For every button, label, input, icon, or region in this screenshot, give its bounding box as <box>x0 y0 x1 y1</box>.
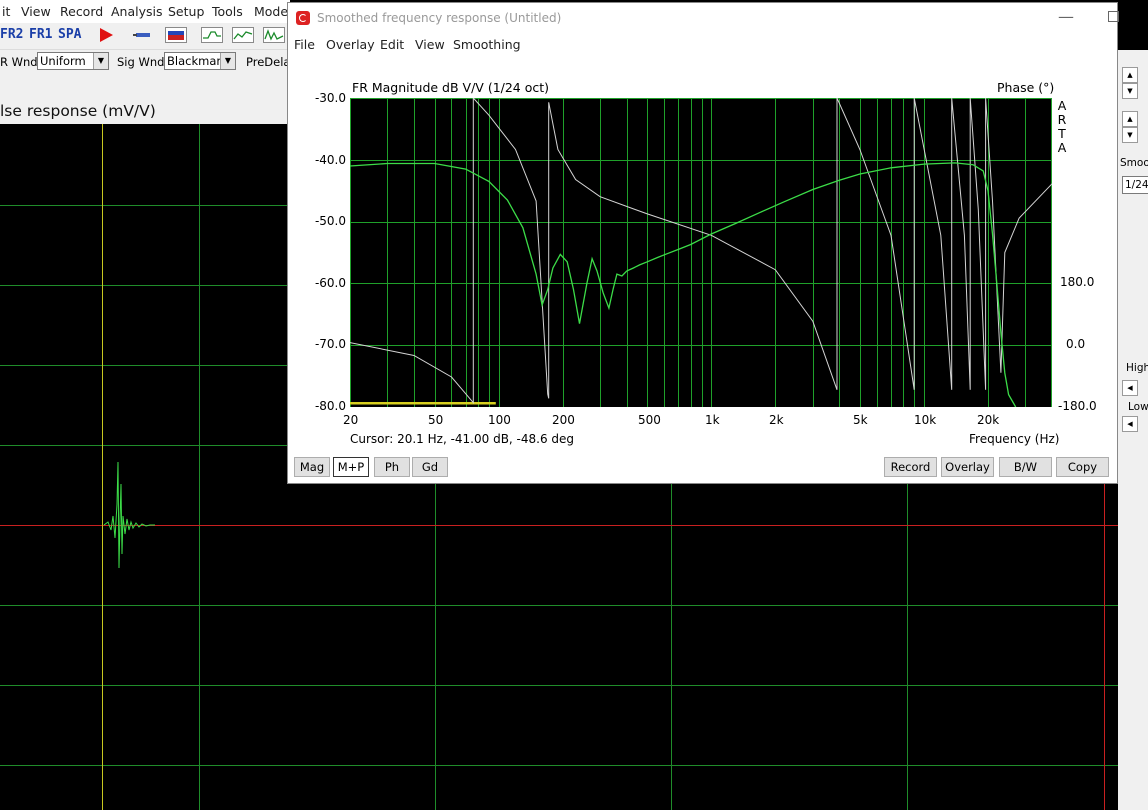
plot-background <box>350 98 1052 407</box>
y-tick-label: -80.0 <box>314 399 346 413</box>
play-icon[interactable] <box>100 28 113 42</box>
y2-tick-label: 180.0 <box>1060 275 1095 289</box>
fr2-button[interactable]: FR2 <box>0 25 23 45</box>
copy-button[interactable]: Copy <box>1056 457 1109 477</box>
x-tick-label: 50 <box>428 413 444 427</box>
menu-view[interactable]: View <box>415 37 445 52</box>
menu-view[interactable]: View <box>21 4 51 19</box>
pink-noise-icon[interactable] <box>165 27 187 43</box>
menu-edit[interactable]: it <box>2 4 10 19</box>
menu-smoothing[interactable]: Smoothing <box>453 37 521 52</box>
maximize-icon[interactable] <box>1108 11 1119 22</box>
smooth-value: 1/24 <box>1125 179 1148 191</box>
fr-window-label: R Wnd <box>0 55 38 69</box>
y2-tick-label: -180.0 <box>1058 399 1097 413</box>
side-panel: ▲ ▼ ▲ ▼ Smoot 1/24 High ◀ Low ◀ <box>1118 50 1148 810</box>
minimize-icon[interactable]: — <box>1058 7 1074 26</box>
menu-record[interactable]: Record <box>60 4 103 19</box>
spin-up-icon[interactable]: ▲ <box>1122 111 1138 127</box>
dialog-titlebar[interactable]: Smoothed frequency response (Untitled) — <box>288 3 1119 33</box>
x-tick-label: 20k <box>977 413 1000 427</box>
mp-button[interactable]: M+P <box>333 457 369 477</box>
record-button[interactable]: Record <box>884 457 937 477</box>
y-tick-label: -30.0 <box>314 91 346 105</box>
spa-button[interactable]: SPA <box>58 25 81 45</box>
menu-tools[interactable]: Tools <box>212 4 243 19</box>
watermark-letter: R <box>1057 112 1067 127</box>
mag-button[interactable]: Mag <box>294 457 330 477</box>
x-tick-label: 500 <box>638 413 661 427</box>
overlay-button[interactable]: Overlay <box>941 457 994 477</box>
menu-setup[interactable]: Setup <box>168 4 204 19</box>
arta-watermark: ARTA <box>1057 99 1067 155</box>
fr-analysis-icon[interactable] <box>201 27 223 43</box>
probe-icon[interactable] <box>133 27 155 43</box>
low-label: Low <box>1128 401 1148 413</box>
menu-analysis[interactable]: Analysis <box>111 4 163 19</box>
fr1-button[interactable]: FR1 <box>29 25 52 45</box>
dialog-menubar: File Overlay Edit View Smoothing <box>288 33 1117 55</box>
bw-button[interactable]: B/W <box>999 457 1052 477</box>
x-tick-label: 2k <box>769 413 784 427</box>
y-tick-label: -50.0 <box>314 214 346 228</box>
impulse-trace <box>103 461 155 569</box>
dialog-client-area: FR Magnitude dB V/V (1/24 oct) Phase (°)… <box>288 55 1117 483</box>
chart-title: FR Magnitude dB V/V (1/24 oct) <box>352 80 550 95</box>
y-tick-label: -40.0 <box>314 153 346 167</box>
arrow-left-icon[interactable]: ◀ <box>1122 380 1138 396</box>
ph-button[interactable]: Ph <box>374 457 410 477</box>
x-tick-label: 100 <box>488 413 511 427</box>
window-toolbar: R Wnd Uniform ▼ Sig Wnd Blackman4 ▼ PreD… <box>0 50 297 74</box>
sig-window-select[interactable]: Blackman4 ▼ <box>164 52 236 70</box>
menu-edit[interactable]: Edit <box>380 37 404 52</box>
main-menubar: it View Record Analysis Setup Tools Mode <box>0 0 290 23</box>
menu-overlay[interactable]: Overlay <box>326 37 375 52</box>
impulse-plot-title: lse response (mV/V) <box>0 102 156 120</box>
fr-window-value: Uniform <box>40 54 86 68</box>
spl-analysis-icon[interactable] <box>232 27 254 43</box>
gd-button[interactable]: Gd <box>412 457 448 477</box>
chevron-down-icon[interactable]: ▼ <box>220 53 235 69</box>
smooth-select[interactable]: 1/24 <box>1122 176 1148 194</box>
y-tick-label: -60.0 <box>314 276 346 290</box>
spin-up-icon[interactable]: ▲ <box>1122 67 1138 83</box>
x-tick-label: 5k <box>853 413 868 427</box>
phase-axis-title: Phase (°) <box>997 80 1055 95</box>
y-tick-label: -70.0 <box>314 337 346 351</box>
smoothed-frequency-response-dialog: Smoothed frequency response (Untitled) —… <box>287 2 1119 484</box>
cursor-readout: Cursor: 20.1 Hz, -41.00 dB, -48.6 deg <box>350 432 575 446</box>
dft-analysis-icon[interactable] <box>263 27 285 43</box>
main-toolbar: FR2 FR1 SPA <box>0 23 290 50</box>
spin-down-icon[interactable]: ▼ <box>1122 127 1138 143</box>
high-label: High <box>1126 362 1148 374</box>
watermark-letter: A <box>1057 140 1067 155</box>
frequency-response-plot[interactable] <box>350 98 1052 407</box>
sig-window-label: Sig Wnd <box>117 55 165 69</box>
impulse-plot-header: lse response (mV/V) <box>0 74 290 124</box>
watermark-letter: T <box>1058 126 1066 141</box>
x-tick-label: 1k <box>705 413 720 427</box>
x-tick-label: 20 <box>343 413 359 427</box>
chevron-down-icon[interactable]: ▼ <box>93 53 108 69</box>
fr-window-select[interactable]: Uniform ▼ <box>37 52 109 70</box>
app-icon <box>296 11 310 25</box>
y2-tick-label: 0.0 <box>1066 337 1086 351</box>
dialog-title: Smoothed frequency response (Untitled) <box>317 11 562 25</box>
x-tick-label: 10k <box>914 413 937 427</box>
x-axis-title: Frequency (Hz) <box>969 432 1060 446</box>
smooth-label: Smoot <box>1120 157 1148 169</box>
arrow-left-icon[interactable]: ◀ <box>1122 416 1138 432</box>
spin-down-icon[interactable]: ▼ <box>1122 83 1138 99</box>
watermark-letter: A <box>1057 98 1067 113</box>
x-tick-label: 200 <box>552 413 575 427</box>
menu-file[interactable]: File <box>294 37 315 52</box>
menu-mode[interactable]: Mode <box>254 4 288 19</box>
